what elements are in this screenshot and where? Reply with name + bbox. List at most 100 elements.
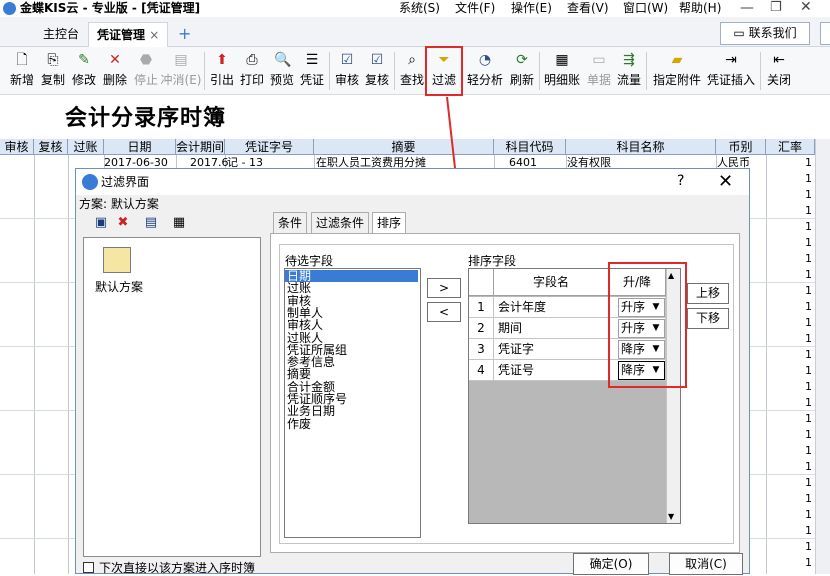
tab-home[interactable]: 主控台 xyxy=(35,22,87,47)
stop-button[interactable]: ⬣ 停止 xyxy=(130,50,162,88)
copy-button[interactable]: ⎘ 复制 xyxy=(37,50,69,88)
delete-icon[interactable]: ✖ xyxy=(114,214,132,232)
available-field-item[interactable]: 日期 xyxy=(287,270,311,282)
available-field-item[interactable]: 合计金额 xyxy=(287,381,335,393)
close-window-icon[interactable]: ✕ xyxy=(800,0,812,15)
tab-filter-condition[interactable]: 过滤条件 xyxy=(311,212,370,233)
available-fields-label: 待选字段 xyxy=(285,254,334,268)
ok-button[interactable]: 确定(O) xyxy=(573,553,649,575)
add-field-button[interactable]: > xyxy=(427,278,461,298)
analysis-button[interactable]: ◔ 轻分析 xyxy=(466,50,504,88)
voucher-icon: ☰ xyxy=(305,52,319,68)
contact-label: 联系我们 xyxy=(748,26,797,40)
move-up-button[interactable]: 上移 xyxy=(687,283,729,304)
grid-settings-icon[interactable]: ▦ xyxy=(170,214,188,232)
ledger-button[interactable]: ▦ 明细账 xyxy=(542,50,582,88)
sort-row-field[interactable]: 期间 xyxy=(494,318,609,339)
order-highlight-box xyxy=(608,262,687,388)
find-button[interactable]: ⌕ 查找 xyxy=(396,50,428,88)
scheme-file-icon[interactable] xyxy=(103,247,131,273)
delete-x-icon: ✕ xyxy=(109,52,121,68)
sort-fields-label: 排序字段 xyxy=(468,254,517,268)
col-rate[interactable]: 汇率 xyxy=(766,139,815,155)
add-tab-icon[interactable]: + xyxy=(178,24,191,43)
sort-row-field[interactable]: 凭证号 xyxy=(494,360,609,381)
save-as-icon[interactable]: ▤ xyxy=(142,214,160,232)
available-field-item[interactable]: 凭证所属组 xyxy=(287,344,347,356)
sort-row-number: 2 xyxy=(469,318,494,339)
menu-file[interactable]: 文件(F) xyxy=(455,0,495,16)
toolbar-separator xyxy=(539,52,540,90)
document-icon: ▭ xyxy=(592,52,606,68)
insert-voucher-button[interactable]: ⇥ 凭证插入 xyxy=(706,50,756,88)
sort-row-field[interactable]: 凭证字 xyxy=(494,339,609,360)
col-period[interactable]: 会计期间 xyxy=(176,139,225,155)
export-button[interactable]: ⬆ 引出 xyxy=(206,50,238,88)
available-field-item[interactable]: 作废 xyxy=(287,418,311,430)
sort-row-number: 1 xyxy=(469,297,494,318)
scroll-down-icon[interactable]: ▼ xyxy=(668,512,674,521)
dialog-title-bar xyxy=(76,169,749,195)
restore-icon[interactable]: ❐ xyxy=(770,0,782,15)
move-down-button[interactable]: 下移 xyxy=(687,308,729,329)
close-button[interactable]: ⇤ 关闭 xyxy=(763,50,795,88)
tab-voucher-management[interactable]: 凭证管理 × xyxy=(88,22,169,47)
sort-header-field: 字段名 xyxy=(494,269,609,296)
col-review[interactable]: 复核 xyxy=(34,139,68,155)
dialog-close-icon[interactable]: ✕ xyxy=(718,171,733,192)
reverse-button[interactable]: ▤ 冲消(E) xyxy=(160,50,202,88)
rate-cell: 1 xyxy=(805,396,812,409)
col-audit[interactable]: 审核 xyxy=(0,139,34,155)
dialog-title: 过滤界面 xyxy=(101,175,150,189)
menu-help[interactable]: 帮助(H) xyxy=(679,0,721,16)
attach-button[interactable]: ▰ 指定附件 xyxy=(652,50,702,88)
voucher-button[interactable]: ☰ 凭证 xyxy=(296,50,328,88)
tab-close-icon[interactable]: × xyxy=(149,28,159,42)
flow-button[interactable]: ⇶ 流量 xyxy=(613,50,645,88)
menu-window[interactable]: 窗口(W) xyxy=(623,0,668,16)
cancel-button[interactable]: 取消(C) xyxy=(669,553,743,575)
menu-system[interactable]: 系统(S) xyxy=(399,0,440,16)
sort-row-field[interactable]: 会计年度 xyxy=(494,297,609,318)
available-field-item[interactable]: 审核人 xyxy=(287,319,323,331)
tab-sort[interactable]: 排序 xyxy=(372,212,407,233)
minimize-icon[interactable]: — xyxy=(740,0,754,16)
refresh-icon: ⟳ xyxy=(516,52,528,68)
audit-icon: ☑ xyxy=(340,52,354,68)
menu-operation[interactable]: 操作(E) xyxy=(511,0,552,16)
available-field-item[interactable]: 摘要 xyxy=(287,368,311,380)
tab-condition[interactable]: 条件 xyxy=(273,212,308,233)
menu-view[interactable]: 查看(V) xyxy=(567,0,609,16)
available-field-item[interactable]: 过账人 xyxy=(287,332,323,344)
col-voucher-no[interactable]: 凭证字号 xyxy=(225,139,314,155)
help-icon[interactable]: ? xyxy=(677,173,684,189)
direct-enter-checkbox[interactable] xyxy=(83,562,94,573)
grid-vertical-scrollbar[interactable] xyxy=(815,139,830,574)
document-button[interactable]: ▭ 单据 xyxy=(583,50,615,88)
save-icon[interactable]: ▣ xyxy=(92,214,110,232)
scheme-item-default[interactable]: 默认方案 xyxy=(95,278,143,295)
col-account-code[interactable]: 科目代码 xyxy=(494,139,566,155)
print-button[interactable]: ⎙ 打印 xyxy=(236,50,268,88)
col-currency[interactable]: 币别 xyxy=(716,139,766,155)
col-account-name[interactable]: 科目名称 xyxy=(566,139,716,155)
audit-button[interactable]: ☑ 审核 xyxy=(331,50,363,88)
available-field-item[interactable]: 过账 xyxy=(287,282,311,294)
refresh-button[interactable]: ⟳ 刷新 xyxy=(506,50,538,88)
copy-icon: ⎘ xyxy=(47,52,59,68)
preview-button[interactable]: 🔍 预览 xyxy=(266,50,298,88)
delete-button[interactable]: ✕ 删除 xyxy=(99,50,131,88)
sort-header-corner xyxy=(469,269,494,296)
review-button[interactable]: ☑ 复核 xyxy=(361,50,393,88)
col-date[interactable]: 日期 xyxy=(104,139,176,155)
close-door-icon: ⇤ xyxy=(773,52,785,68)
edit-button[interactable]: ✎ 修改 xyxy=(68,50,100,88)
rate-cell: 1 xyxy=(805,380,812,393)
available-field-item[interactable]: 业务日期 xyxy=(287,405,335,417)
contact-us-button[interactable]: ▭ 联系我们 xyxy=(720,22,810,45)
col-post[interactable]: 过账 xyxy=(68,139,104,155)
remove-field-button[interactable]: < xyxy=(427,302,461,322)
new-button[interactable]: 🗋 新增 xyxy=(6,50,38,88)
review-icon: ☑ xyxy=(370,52,384,68)
available-field-item[interactable]: 审核 xyxy=(287,295,311,307)
